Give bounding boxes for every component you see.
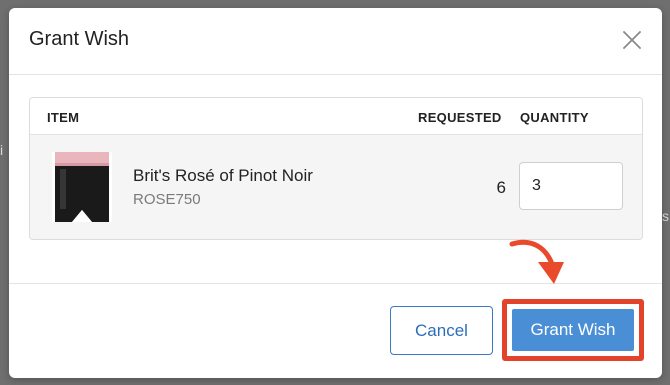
dialog-title: Grant Wish <box>29 28 130 50</box>
close-button[interactable] <box>620 28 644 52</box>
dialog-footer: Cancel Grant Wish <box>9 284 662 378</box>
column-header-requested: REQUESTED <box>418 110 502 125</box>
product-name: Brit's Rosé of Pinot Noir <box>133 166 313 185</box>
grant-wish-button[interactable]: Grant Wish <box>512 309 634 351</box>
quantity-input[interactable] <box>519 162 623 210</box>
requested-quantity: 6 <box>496 178 506 197</box>
table-row: Brit's Rosé of Pinot Noir ROSE750 6 <box>30 135 642 239</box>
backdrop-fragment: i <box>0 142 4 158</box>
table-header: ITEM REQUESTED QUANTITY <box>30 98 642 135</box>
grant-wish-highlight: Grant Wish <box>502 299 644 361</box>
grant-wish-dialog: Grant Wish ITEM REQUESTED QUANTITY Brit'… <box>9 8 662 378</box>
curved-arrow-icon <box>509 239 564 284</box>
product-sku: ROSE750 <box>133 191 201 208</box>
column-header-quantity: QUANTITY <box>520 110 589 125</box>
wine-bottle-icon <box>54 152 110 222</box>
column-header-item: ITEM <box>47 110 80 125</box>
product-image <box>52 152 112 222</box>
cancel-button[interactable]: Cancel <box>390 306 493 355</box>
close-icon <box>623 31 641 49</box>
dialog-header: Grant Wish <box>9 8 662 75</box>
backdrop-fragment: s <box>662 208 669 224</box>
items-table: ITEM REQUESTED QUANTITY Brit's Rosé of P… <box>29 97 643 240</box>
